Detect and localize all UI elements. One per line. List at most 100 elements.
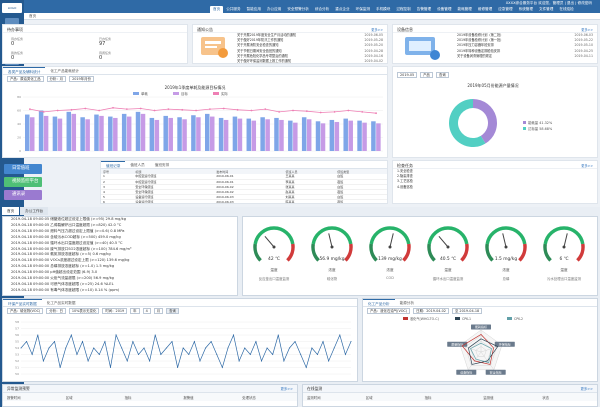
trend-point [70,334,72,336]
menu-item[interactable]: 设备管理 [434,6,454,13]
trend-point [316,354,318,355]
trend-point [149,360,151,362]
trend-point [182,347,184,349]
monitor-column-header: 状态 [542,395,549,400]
radar-filter[interactable]: 至 2019-04-18 [451,308,483,314]
pie-filter[interactable]: 查询 [435,72,449,78]
side-button[interactable]: 通讯录 [4,190,42,200]
radar-legend-label: 液化气(WHG-TO-C) [410,316,439,321]
gauge-needle [264,236,275,248]
alarm-more-link[interactable]: 更多>> [281,386,293,391]
trend-filter[interactable]: 年 [130,308,140,314]
gauge-value: 1.5 mg/kg [494,257,518,262]
trend-point [76,354,78,355]
menu-item[interactable]: 系统管理 [516,6,536,13]
task-kpi[interactable]: 待办任务 0 [11,37,59,49]
pie-filter[interactable]: 产品 [420,72,433,78]
trend-query-button[interactable]: 查询 [166,308,179,314]
trend-point [98,354,100,355]
menu-item[interactable]: 维修管理 [475,6,495,13]
menu-item[interactable]: 能耗管理 [455,6,475,13]
trend-filter[interactable]: 产品：硫化物(VOC) [7,308,44,314]
line-point [125,108,128,111]
bottom-tab[interactable]: 办公工作台 [20,207,49,215]
menu-item[interactable]: 在线巡检 [556,6,576,13]
bar-mark [113,117,118,151]
radar-filter[interactable]: 产品：液化石油气(VOC) [367,308,411,314]
pie-filter[interactable]: 2019-05 [397,72,418,78]
menu-item[interactable]: 手机模块 [373,6,393,13]
monitor-column-header: 指标 [424,395,432,400]
menu-item[interactable]: 重点企业 [332,6,352,13]
trend-point [160,354,162,355]
trend-point [238,360,240,362]
equip-item[interactable]: 关于设备润滑管理的规定 2019-04-11 [453,54,597,59]
log-line: 2019-04-18 09:00:00 有毒气体浓度超限 (>=10) 0.14… [11,287,120,292]
trend-point [199,360,201,362]
notice-item[interactable]: 关于做好环保监测数据上报工作的通知 2019-04-02 [233,59,387,63]
monitor-more-link[interactable]: 更多>> [581,386,593,391]
notice-more-link[interactable]: 更多>> [371,27,383,32]
menu-item[interactable]: 告警管理 [414,6,434,13]
trend-tab[interactable]: 化工产品实时数据 [42,299,81,306]
pie-legend-swatch [523,121,526,124]
trend-point [115,334,117,336]
logo: LOGO [2,3,22,13]
work-item[interactable]: 4.设备巡检 [393,185,597,190]
menu-item[interactable]: 安全预警分析 [284,6,312,13]
pie-legend-label: 能耗量 41.32% [528,120,553,125]
bar-mark [149,117,155,151]
trend-filter[interactable]: 时间：2019 [102,308,128,314]
radar-filter[interactable]: 日期：2019-04-02 [413,308,449,314]
duty-cell: 陈某某 [283,199,336,203]
menu-item[interactable]: 过程控制 [393,6,413,13]
bar-mark [57,118,63,151]
equip-title: 设备信息 [393,25,597,33]
user-links[interactable]: 欢迎您，管理员 | 退出 | 修改密码 [538,1,592,5]
alarm-title: 异常监测预警 [7,385,30,391]
task-kpi[interactable]: 待阅任务 0 [99,51,147,63]
breadcrumb-home[interactable]: 首页 [24,14,41,18]
menu-item[interactable]: 公共服务 [223,6,243,13]
trend-point [137,354,139,355]
bar-legend-swatch [213,92,219,95]
trend-point [104,341,106,342]
menu-item[interactable]: 综合分析 [312,6,332,13]
gauge-hub [388,245,392,249]
production-tab[interactable]: 化工产品能耗统计 [45,67,84,74]
radar-tab[interactable]: 化工产品分析 [363,299,395,306]
equip-more-link[interactable]: 更多>> [581,27,593,32]
trend-tab[interactable]: 环保产品实时数据 [3,299,42,306]
menu-item[interactable]: 文件管理 [536,6,556,13]
task-kpi[interactable]: 已办任务 97 [99,37,147,49]
trend-filter[interactable]: 10%表示无变化 [68,308,100,314]
gauge-arc [485,226,527,245]
work-more-link[interactable]: 更多>> [581,163,593,168]
trend-filter[interactable]: 4 [142,308,151,314]
task-kpi[interactable]: 我的任务 0 [11,51,59,63]
bottom-tab[interactable]: 首页 [2,207,20,215]
production-filter[interactable]: 分析：月 [46,76,67,82]
trend-point [82,341,84,342]
radar-chart: 液化气(WHG-TO-C) CPK-1 CPK-2 能耗指标环保指标安全指标 设备指标 质… [403,316,523,375]
side-button[interactable]: 视频监控平台 [4,177,42,187]
side-button[interactable]: 日常值班 [4,164,42,174]
production-tab[interactable]: 各类产品及辅料统计 [3,67,46,74]
radar-tab[interactable]: 能源分析 [395,299,419,306]
duty-row[interactable]: 6 设备运行值班 2019-06-03 陈某某 夜班 [101,199,387,203]
trend-point [277,334,279,336]
duty-tab[interactable]: 值班安排 [150,161,174,168]
trend-filter[interactable]: 分析：日 [46,308,66,314]
menu-item[interactable]: 智能应用 [244,6,264,13]
production-tabs: 各类产品及辅料统计 化工产品能耗统计 [3,67,387,75]
duty-tab[interactable]: 值班记录 [101,161,126,168]
line-point [70,108,73,111]
trend-filter[interactable]: 月 [153,308,164,314]
production-filter[interactable]: 2019年月份 [69,76,94,82]
menu-item[interactable]: 环保监测 [353,6,373,13]
duty-tab[interactable]: 值班人员 [125,161,149,168]
menu-item[interactable]: 办公应用 [264,6,284,13]
production-filter[interactable]: 产品：原油类化工品 [7,76,44,82]
menu-item[interactable]: 应急管理 [495,6,515,13]
menu-item[interactable]: 首页 [210,6,224,13]
